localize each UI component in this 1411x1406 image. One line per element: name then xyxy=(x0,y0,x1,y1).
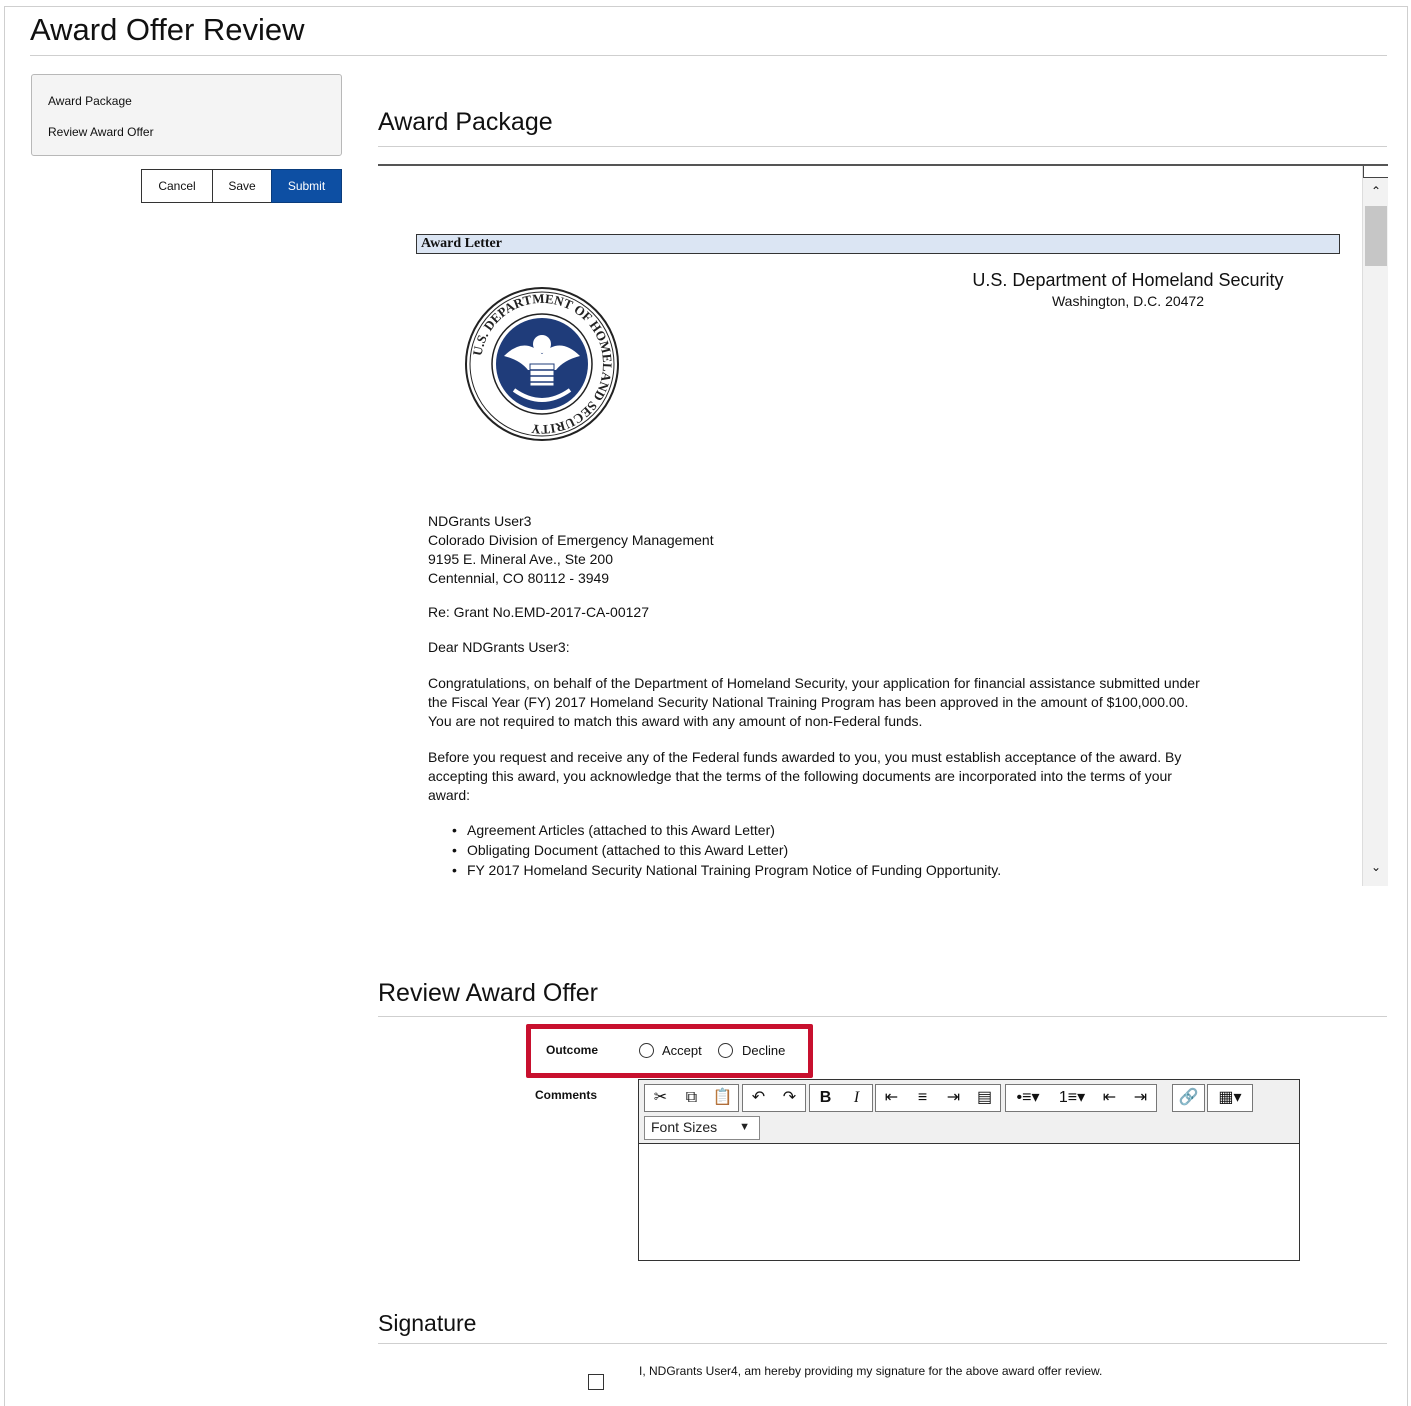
paragraph-line: You are not required to match this award… xyxy=(428,713,923,729)
table-group: ▦▾ xyxy=(1207,1084,1253,1112)
recipient-line: Centennial, CO 80112 - 3949 xyxy=(428,570,610,586)
copy-icon[interactable]: ⧉ xyxy=(676,1085,707,1111)
chevron-down-icon: ▼ xyxy=(739,1121,750,1133)
signature-divider xyxy=(378,1343,1387,1344)
comments-label: Comments xyxy=(535,1088,598,1102)
cancel-button[interactable]: Cancel xyxy=(141,169,213,203)
acceptance-paragraph: Before you request and receive any of th… xyxy=(428,748,1181,805)
cut-icon[interactable]: ✂ xyxy=(645,1085,676,1111)
recipient-line: Colorado Division of Emergency Managemen… xyxy=(428,532,714,548)
viewer-scrollbar[interactable]: ⌃ ⌄ xyxy=(1362,166,1388,886)
scrollbar-top-cap xyxy=(1363,166,1388,178)
undo-icon[interactable]: ↶ xyxy=(743,1085,774,1111)
title-divider xyxy=(30,55,1387,56)
format-group: B I xyxy=(809,1084,873,1112)
recipient-address: NDGrants User3 Colorado Division of Emer… xyxy=(428,512,714,588)
review-award-offer-heading: Review Award Offer xyxy=(378,979,599,1007)
signature-checkbox[interactable] xyxy=(588,1374,604,1390)
comments-textarea[interactable] xyxy=(639,1144,1299,1260)
link-icon[interactable]: 🔗 xyxy=(1173,1085,1204,1111)
review-divider xyxy=(378,1016,1387,1017)
paragraph-line: Before you request and receive any of th… xyxy=(428,749,1182,765)
salutation: Dear NDGrants User3: xyxy=(428,639,570,655)
submit-button[interactable]: Submit xyxy=(271,169,342,203)
clipboard-group: ✂ ⧉ 📋 xyxy=(644,1084,739,1112)
signature-statement: I, NDGrants User4, am hereby providing m… xyxy=(639,1364,1103,1378)
signature-heading: Signature xyxy=(378,1310,477,1336)
numbered-list-icon[interactable]: 1≡▾ xyxy=(1050,1085,1094,1111)
scrollbar-thumb[interactable] xyxy=(1365,206,1387,266)
list-item: Agreement Articles (attached to this Awa… xyxy=(452,820,1001,840)
accept-radio[interactable] xyxy=(639,1043,654,1058)
side-navigation: Award Package Review Award Offer xyxy=(31,74,342,156)
outcome-label: Outcome xyxy=(546,1043,599,1057)
award-package-heading: Award Package xyxy=(378,108,553,136)
redo-icon[interactable]: ↷ xyxy=(774,1085,805,1111)
agency-block: U.S. Department of Homeland Security Was… xyxy=(938,270,1318,309)
recipient-line: 9195 E. Mineral Ave., Ste 200 xyxy=(428,551,613,567)
paragraph-line: award: xyxy=(428,787,471,803)
sidebar-item-award-package[interactable]: Award Package xyxy=(48,94,132,108)
page-title: Award Offer Review xyxy=(30,12,305,47)
decline-radio-label[interactable]: Decline xyxy=(742,1043,785,1058)
bold-icon[interactable]: B xyxy=(810,1085,841,1111)
indent-icon[interactable]: ⇥ xyxy=(1125,1085,1156,1111)
alignment-group: ⇤ ≡ ⇥ ▤ xyxy=(875,1084,1001,1112)
scroll-up-icon[interactable]: ⌃ xyxy=(1363,184,1388,198)
bullet-list-icon[interactable]: •≡▾ xyxy=(1006,1085,1050,1111)
italic-icon[interactable]: I xyxy=(841,1085,872,1111)
agency-name: U.S. Department of Homeland Security xyxy=(972,270,1284,290)
paste-icon[interactable]: 📋 xyxy=(707,1085,738,1111)
paragraph-line: the Fiscal Year (FY) 2017 Homeland Secur… xyxy=(428,694,1189,710)
justify-icon[interactable]: ▤ xyxy=(969,1085,1000,1111)
font-sizes-select[interactable]: Font Sizes ▼ xyxy=(644,1116,760,1140)
award-letter-viewer[interactable]: ⌃ ⌄ Award Letter U.S. Department of Home… xyxy=(378,164,1388,886)
outdent-icon[interactable]: ⇤ xyxy=(1094,1085,1125,1111)
sidebar-item-review-award-offer[interactable]: Review Award Offer xyxy=(48,125,154,139)
align-left-icon[interactable]: ⇤ xyxy=(876,1085,907,1111)
editor-toolbar: ✂ ⧉ 📋 ↶ ↷ B I ⇤ ≡ ⇥ ▤ •≡▾ 1≡▾ ⇤ ⇥ 🔗 ▦▾ F… xyxy=(639,1080,1299,1144)
paragraph-line: Congratulations, on behalf of the Depart… xyxy=(428,675,1200,691)
history-group: ↶ ↷ xyxy=(742,1084,806,1112)
accept-radio-label[interactable]: Accept xyxy=(662,1043,702,1058)
scroll-down-icon[interactable]: ⌄ xyxy=(1363,860,1388,874)
paragraph-line: accepting this award, you acknowledge th… xyxy=(428,768,1172,784)
align-right-icon[interactable]: ⇥ xyxy=(938,1085,969,1111)
align-center-icon[interactable]: ≡ xyxy=(907,1085,938,1111)
agency-address: Washington, D.C. 20472 xyxy=(1051,293,1204,309)
incorporated-documents-list: Agreement Articles (attached to this Awa… xyxy=(452,820,1001,880)
re-line: Re: Grant No.EMD-2017-CA-00127 xyxy=(428,604,649,620)
comments-editor: ✂ ⧉ 📋 ↶ ↷ B I ⇤ ≡ ⇥ ▤ •≡▾ 1≡▾ ⇤ ⇥ 🔗 ▦▾ F… xyxy=(638,1079,1300,1261)
decline-radio[interactable] xyxy=(718,1043,733,1058)
action-buttons: Cancel Save Submit xyxy=(141,169,342,203)
table-icon[interactable]: ▦▾ xyxy=(1208,1085,1252,1111)
congratulations-paragraph: Congratulations, on behalf of the Depart… xyxy=(428,674,1200,731)
list-item: Obligating Document (attached to this Aw… xyxy=(452,840,1001,860)
award-letter-header-bar: Award Letter xyxy=(416,234,1340,254)
award-package-divider xyxy=(378,146,1387,147)
font-sizes-label: Font Sizes xyxy=(651,1119,718,1135)
dhs-seal-icon: U.S. DEPARTMENT OF HOMELAND SECURITY xyxy=(465,287,619,441)
list-group: •≡▾ 1≡▾ ⇤ ⇥ xyxy=(1005,1084,1157,1112)
recipient-line: NDGrants User3 xyxy=(428,513,532,529)
insert-group: 🔗 xyxy=(1172,1084,1205,1112)
list-item: FY 2017 Homeland Security National Train… xyxy=(452,860,1001,880)
save-button[interactable]: Save xyxy=(212,169,272,203)
